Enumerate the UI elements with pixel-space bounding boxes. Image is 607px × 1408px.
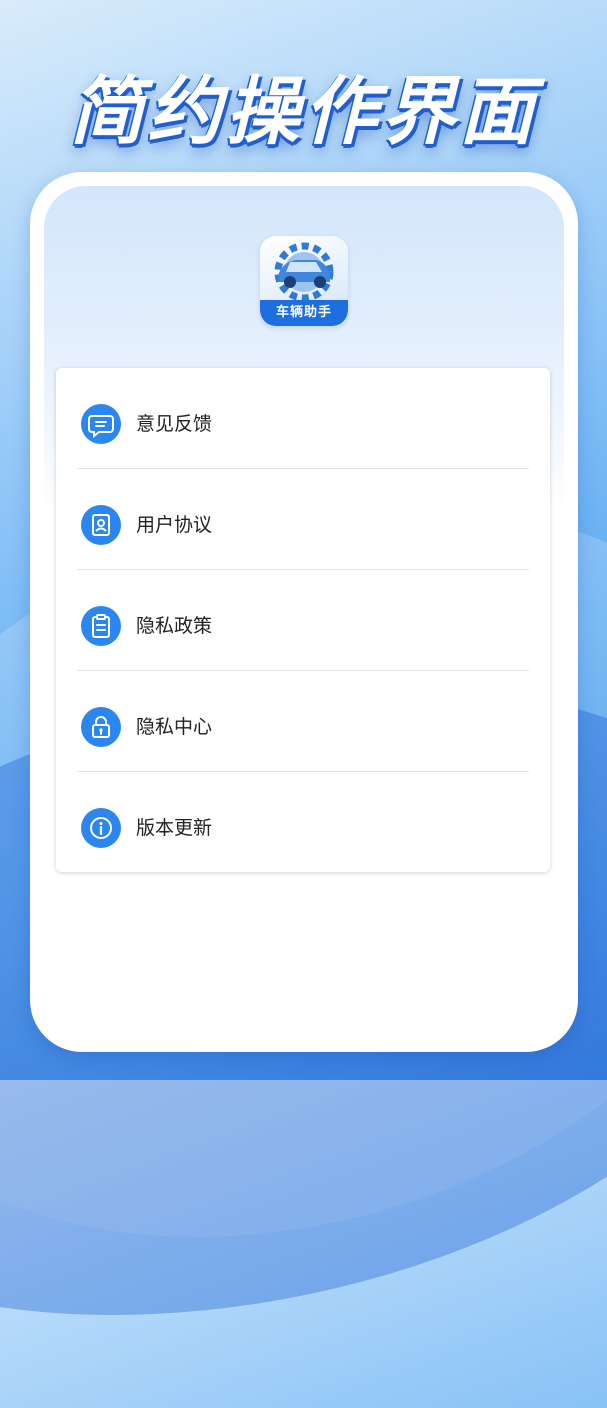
app-logo: 车辆助手 [260, 236, 348, 326]
promo-headline: 简约操作界面 [69, 69, 538, 155]
phone-frame: 车辆助手 意见反馈 用户协议 隐私政策 隐私中心 版本更新 [30, 172, 578, 1052]
menu-item-feedback[interactable]: 意见反馈 [56, 368, 550, 469]
menu-item-label: 版本更新 [136, 817, 213, 839]
app-name-label: 车辆助手 [260, 300, 348, 326]
car-gear-icon [274, 242, 334, 300]
menu-item-user-agreement[interactable]: 用户协议 [56, 469, 550, 570]
chat-bubble-icon [81, 404, 121, 444]
menu-item-label: 隐私中心 [136, 716, 213, 738]
menu-item-privacy-policy[interactable]: 隐私政策 [56, 570, 550, 671]
lock-icon [81, 707, 121, 747]
menu-item-label: 隐私政策 [136, 615, 213, 637]
menu-item-label: 意见反馈 [136, 413, 213, 435]
document-user-icon [81, 505, 121, 545]
app-screen: 车辆助手 意见反馈 用户协议 隐私政策 隐私中心 版本更新 [44, 186, 564, 1038]
menu-item-version-update[interactable]: 版本更新 [56, 772, 550, 873]
menu-item-label: 用户协议 [136, 514, 213, 536]
clipboard-icon [81, 606, 121, 646]
info-icon [81, 808, 121, 848]
settings-menu: 意见反馈 用户协议 隐私政策 隐私中心 版本更新 [56, 368, 550, 872]
menu-item-privacy-center[interactable]: 隐私中心 [56, 671, 550, 772]
